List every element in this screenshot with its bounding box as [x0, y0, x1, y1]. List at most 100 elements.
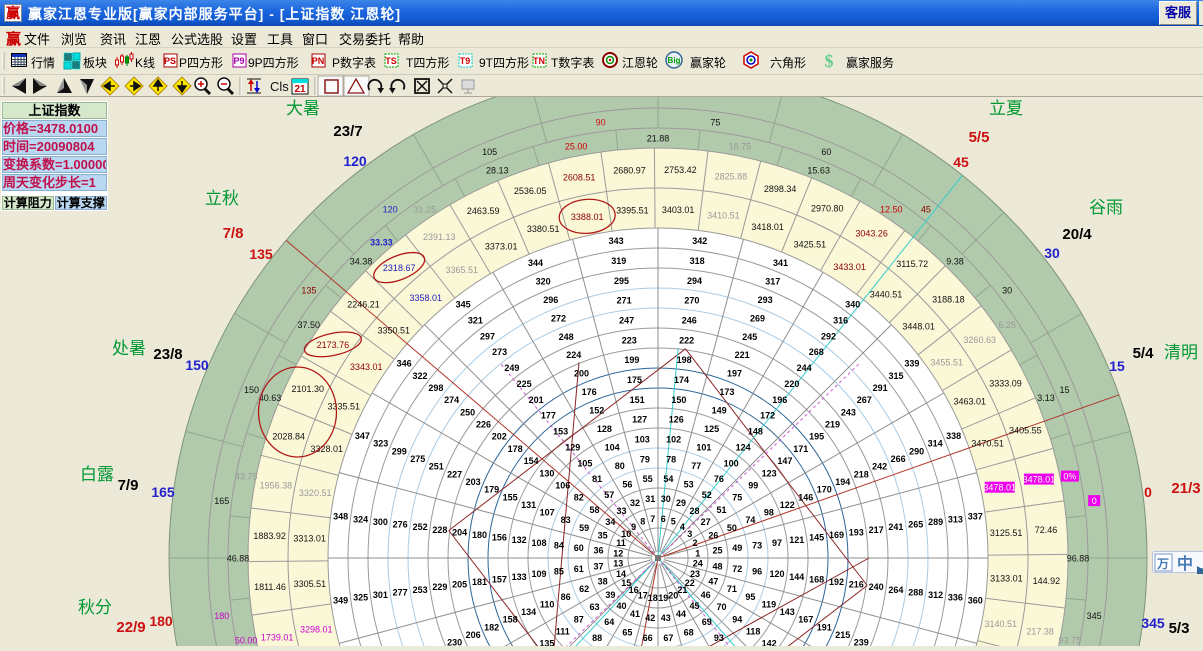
svg-text:345: 345	[1141, 615, 1165, 631]
svg-text:3425.51: 3425.51	[794, 239, 827, 249]
svg-text:118: 118	[746, 627, 761, 637]
svg-text:白露: 白露	[80, 465, 114, 484]
svg-text:196: 196	[772, 395, 787, 405]
svg-text:34: 34	[605, 517, 615, 527]
svg-text:7/8: 7/8	[223, 225, 244, 242]
svg-text:105: 105	[482, 147, 497, 157]
svg-text:47: 47	[708, 577, 718, 587]
svg-text:5/3: 5/3	[1169, 620, 1190, 637]
svg-text:3.13: 3.13	[1037, 393, 1055, 403]
svg-text:272: 272	[551, 313, 566, 323]
svg-text:56: 56	[622, 480, 632, 490]
svg-text:133: 133	[512, 572, 527, 582]
svg-text:46: 46	[701, 590, 711, 600]
svg-text:299: 299	[392, 446, 407, 456]
svg-text:19: 19	[658, 593, 668, 603]
svg-text:3: 3	[687, 529, 692, 539]
svg-text:316: 316	[833, 316, 848, 326]
svg-text:247: 247	[619, 316, 634, 326]
svg-text:108: 108	[531, 538, 546, 548]
svg-text:2: 2	[692, 538, 697, 548]
svg-text:3410.51: 3410.51	[707, 211, 740, 221]
svg-text:168: 168	[809, 574, 824, 584]
svg-text:317: 317	[765, 276, 780, 286]
svg-text:3380.51: 3380.51	[527, 224, 560, 234]
svg-text:49: 49	[732, 543, 742, 553]
svg-text:34.38: 34.38	[350, 257, 373, 267]
svg-text:264: 264	[888, 585, 903, 595]
svg-text:3470.51: 3470.51	[971, 439, 1004, 449]
svg-text:43.75: 43.75	[235, 472, 258, 482]
svg-text:3365.51: 3365.51	[446, 265, 479, 275]
svg-text:249: 249	[504, 363, 519, 373]
svg-text:342: 342	[692, 236, 707, 246]
svg-text:156: 156	[492, 533, 507, 543]
svg-text:167: 167	[798, 615, 813, 625]
svg-text:221: 221	[735, 350, 750, 360]
svg-text:Cls: Cls	[270, 79, 289, 94]
svg-text:30: 30	[661, 494, 671, 504]
svg-text:21: 21	[294, 84, 306, 95]
svg-text:125: 125	[704, 424, 719, 434]
svg-text:144.92: 144.92	[1033, 576, 1061, 586]
svg-text:293: 293	[758, 295, 773, 305]
svg-text:52: 52	[702, 490, 712, 500]
svg-text:191: 191	[817, 622, 832, 632]
svg-text:150: 150	[244, 385, 259, 395]
svg-text:222: 222	[679, 335, 694, 345]
svg-text:149: 149	[712, 406, 727, 416]
svg-text:61: 61	[574, 564, 584, 574]
svg-text:126: 126	[669, 415, 684, 425]
svg-text:131: 131	[521, 500, 536, 510]
svg-text:55: 55	[643, 474, 653, 484]
svg-text:271: 271	[617, 296, 632, 306]
svg-text:93: 93	[714, 633, 724, 643]
svg-text:197: 197	[727, 369, 742, 379]
svg-text:3125.51: 3125.51	[990, 528, 1023, 538]
svg-text:13: 13	[613, 559, 623, 569]
svg-text:312: 312	[928, 590, 943, 600]
svg-text:348: 348	[333, 512, 348, 522]
svg-text:319: 319	[611, 256, 626, 266]
svg-text:203: 203	[466, 477, 481, 487]
svg-text:147: 147	[777, 456, 792, 466]
svg-text:23/7: 23/7	[333, 123, 362, 140]
svg-text:179: 179	[484, 485, 499, 495]
svg-text:3478.01: 3478.01	[1023, 475, 1056, 485]
svg-text:22/9: 22/9	[116, 619, 145, 636]
svg-text:267: 267	[857, 395, 872, 405]
svg-text:121: 121	[789, 535, 804, 545]
svg-text:大暑: 大暑	[286, 99, 320, 118]
svg-text:127: 127	[632, 415, 647, 425]
svg-text:58: 58	[589, 505, 599, 515]
svg-text:77: 77	[691, 461, 701, 471]
svg-text:320: 320	[536, 276, 551, 286]
svg-text:60: 60	[574, 543, 584, 553]
svg-text:48: 48	[712, 561, 722, 571]
svg-text:145: 145	[809, 533, 824, 543]
svg-text:315: 315	[888, 371, 903, 381]
svg-text:322: 322	[412, 371, 427, 381]
svg-text:245: 245	[742, 332, 757, 342]
svg-text:30: 30	[1044, 245, 1060, 261]
svg-text:28.13: 28.13	[486, 166, 509, 176]
svg-text:67: 67	[663, 633, 673, 643]
svg-text:18.75: 18.75	[729, 142, 752, 152]
svg-text:252: 252	[413, 522, 428, 532]
svg-text:3350.51: 3350.51	[378, 326, 411, 336]
svg-text:135: 135	[249, 246, 273, 262]
svg-text:28: 28	[689, 506, 699, 516]
svg-text:177: 177	[541, 411, 556, 421]
svg-text:201: 201	[529, 395, 544, 405]
svg-text:346: 346	[397, 359, 412, 369]
svg-text:6.25: 6.25	[998, 320, 1016, 330]
svg-text:TN: TN	[533, 56, 545, 66]
svg-text:180: 180	[472, 530, 487, 540]
svg-text:78: 78	[666, 454, 676, 464]
svg-text:64: 64	[604, 617, 614, 627]
svg-text:170: 170	[817, 485, 832, 495]
svg-text:123: 123	[762, 468, 777, 478]
svg-text:3388.01: 3388.01	[571, 212, 604, 222]
svg-text:25.00: 25.00	[565, 142, 588, 152]
svg-text:23/8: 23/8	[153, 346, 182, 363]
